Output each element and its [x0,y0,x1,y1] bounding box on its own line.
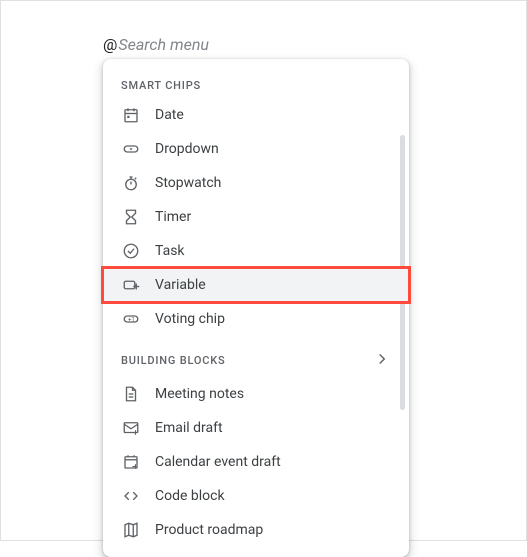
menu-item-dropdown[interactable]: Dropdown [103,132,409,166]
menu-item-date[interactable]: Date [103,98,409,132]
menu-item-timer[interactable]: Timer [103,200,409,234]
search-area[interactable]: @ Search menu [103,35,209,54]
menu-item-calendar-event[interactable]: Calendar event draft [103,445,409,479]
menu-item-label: Product roadmap [155,522,263,538]
section-header-label: SMART CHIPS [121,79,201,92]
menu-item-label: Date [155,107,184,123]
menu-item-label: Dropdown [155,141,219,157]
code-block-icon [121,486,141,506]
menu-item-email-draft[interactable]: Email draft [103,411,409,445]
calendar-event-icon [121,452,141,472]
meeting-notes-icon [121,384,141,404]
chevron-right-icon [373,350,391,371]
menu-item-label: Calendar event draft [155,454,281,470]
section-header-building-blocks[interactable]: BUILDING BLOCKS [103,344,409,377]
menu-item-label: Meeting notes [155,386,244,402]
menu-item-voting-chip[interactable]: +1 Voting chip [103,302,409,336]
menu-item-product-roadmap[interactable]: Product roadmap [103,513,409,547]
timer-icon [121,207,141,227]
date-icon [121,105,141,125]
variable-icon [121,275,141,295]
menu-item-meeting-notes[interactable]: Meeting notes [103,377,409,411]
menu-item-label: Voting chip [155,311,225,327]
product-roadmap-icon [121,520,141,540]
menu-item-variable[interactable]: Variable [103,268,409,302]
menu-item-code-block[interactable]: Code block [103,479,409,513]
menu-item-stopwatch[interactable]: Stopwatch [103,166,409,200]
menu-item-label: Stopwatch [155,175,221,191]
dropdown-icon [121,139,141,159]
email-draft-icon [121,418,141,438]
voting-chip-icon: +1 [121,309,141,329]
at-symbol: @ [103,35,117,54]
search-placeholder: Search menu [118,35,209,54]
menu-item-label: Code block [155,488,225,504]
menu-panel: SMART CHIPS Date Dropdown Stopwatch Time… [103,59,409,557]
menu-item-label: Variable [155,277,206,293]
menu-item-label: Email draft [155,420,223,436]
stopwatch-icon [121,173,141,193]
section-header-smart-chips: SMART CHIPS [103,73,409,98]
section-header-label: BUILDING BLOCKS [121,354,225,367]
menu-item-label: Task [155,243,185,259]
svg-text:+1: +1 [128,316,135,323]
task-icon [121,241,141,261]
menu-item-task[interactable]: Task [103,234,409,268]
menu-item-label: Timer [155,209,191,225]
